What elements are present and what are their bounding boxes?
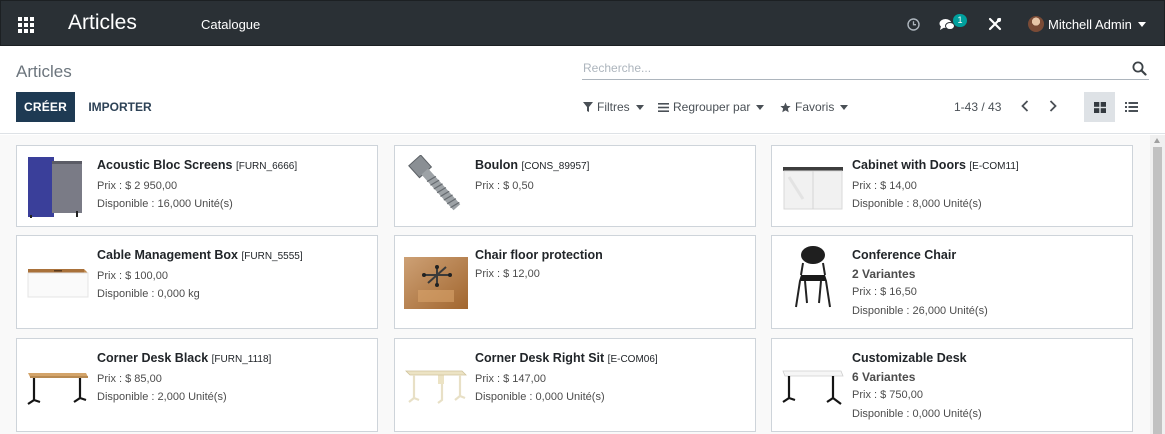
create-button[interactable]: CRÉER [16,92,75,122]
product-price: Prix : $ 16,50 [852,286,917,298]
product-ref: [E-COM11] [969,161,1019,172]
product-name: Conference Chair [852,248,957,262]
control-panel: Articles CRÉER IMPORTER Filtres Regroupe… [0,46,1165,134]
product-availability: Disponible : 0,000 kg [97,288,200,300]
conference-chair-image [795,246,831,308]
product-availability: Disponible : 8,000 Unité(s) [852,198,982,210]
apps-menu-icon[interactable] [18,17,36,33]
kanban-view-button[interactable] [1084,92,1115,122]
messaging-icon[interactable]: 1 [936,1,968,47]
search-icon[interactable] [1132,61,1147,76]
product-ref: [FURN_5555] [241,251,303,262]
product-availability: Disponible : 0,000 Unité(s) [852,407,982,420]
product-ref: [E-COM06] [607,354,658,365]
product-card[interactable]: Corner Desk Right Sit [E-COM06] Prix : $… [394,338,756,432]
product-name: Cable Management Box [97,248,239,262]
desk-black-image [27,373,88,405]
menu-catalogue[interactable]: Catalogue [201,17,260,32]
cabinet-image [783,167,843,210]
activity-clock-icon[interactable] [904,1,922,47]
product-price: Prix : $ 147,00 [475,372,546,385]
floor-protection-image [404,257,468,309]
product-name: Boulon [475,158,519,172]
filter-icon [583,102,593,112]
product-name: Cabinet with Doors [852,158,966,172]
pager-previous-button[interactable] [1018,98,1032,114]
product-price: Prix : $ 14,00 [852,179,917,192]
product-ref: [FURN_1118] [211,354,272,365]
product-price: Prix : $ 100,00 [97,269,168,282]
product-availability: Disponible : 0,000 Unité(s) [475,391,605,403]
product-card[interactable]: Corner Desk Black [FURN_1118] Prix : $ 8… [16,338,378,432]
bolt-image [404,155,468,219]
product-card[interactable]: Chair floor protection Prix : $ 12,00 [394,235,756,329]
desk-right-image [405,370,467,404]
kanban-grid-icon [1093,101,1106,113]
product-price: Prix : $ 0,50 [475,179,534,192]
chevron-down-icon [1137,21,1146,27]
chevron-left-icon [1021,100,1029,112]
groupby-label: Regrouper par [673,100,751,114]
product-card[interactable]: Conference Chair 2 Variantes Prix : $ 16… [771,235,1133,329]
pager-value[interactable]: 1-43 / 43 [954,100,1001,114]
chevron-down-icon [840,104,849,110]
scroll-up-icon[interactable] [1154,138,1160,143]
product-name: Customizable Desk [852,351,967,365]
chevron-right-icon [1049,100,1057,112]
top-navbar: Articles Catalogue 1 Mitchell Admin [0,0,1165,46]
product-availability: Disponible : 26,000 Unité(s) [852,304,988,317]
kanban-view: Acoustic Bloc Screens [FURN_6666] Prix :… [0,135,1150,434]
avatar [1028,16,1044,32]
product-variants: 6 Variantes [852,369,916,384]
product-ref: [FURN_6666] [235,161,298,172]
vertical-scrollbar[interactable] [1150,135,1165,434]
product-name: Acoustic Bloc Screens [97,158,233,172]
app-title: Articles [68,11,137,34]
product-ref: [CONS_89957] [521,161,590,172]
cable-box-image [27,269,89,298]
product-card[interactable]: Acoustic Bloc Screens [FURN_6666] Prix :… [16,145,378,227]
user-name: Mitchell Admin [1048,16,1132,32]
search-input[interactable] [582,58,1122,78]
product-availability: Disponible : 2,000 Unité(s) [97,391,227,403]
product-availability: Disponible : 16,000 Unité(s) [97,198,233,210]
acoustic-screens-image [28,157,82,218]
product-variants: 2 Variantes [852,266,916,281]
list-icon [1125,102,1138,112]
filters-label: Filtres [597,100,630,114]
list-view-button[interactable] [1117,92,1146,122]
user-menu[interactable]: Mitchell Admin [1028,1,1146,47]
import-button[interactable]: IMPORTER [80,92,160,122]
chat-badge: 1 [953,14,967,27]
chevron-down-icon [756,104,765,110]
product-card[interactable]: Cabinet with Doors [E-COM11] Prix : $ 14… [771,145,1133,227]
product-name: Corner Desk Black [97,351,209,365]
pager-next-button[interactable] [1046,98,1060,114]
favorites-dropdown[interactable]: Favoris [780,100,849,114]
product-name: Corner Desk Right Sit [475,351,605,365]
product-price: Prix : $ 2 950,00 [97,179,178,192]
product-price: Prix : $ 85,00 [97,372,162,385]
favorites-label: Favoris [795,100,835,114]
debug-tools-icon[interactable] [985,1,1005,47]
product-card[interactable]: Cable Management Box [FURN_5555] Prix : … [16,235,378,329]
star-icon [780,101,791,112]
search-bar [582,58,1149,80]
product-price: Prix : $ 12,00 [475,267,540,280]
chevron-down-icon [635,104,644,110]
breadcrumb: Articles [16,62,72,81]
product-name: Chair floor protection [475,248,603,262]
custom-desk-image [782,370,844,405]
bars-icon [658,102,669,112]
scrollbar-thumb[interactable] [1153,147,1162,434]
filters-dropdown[interactable]: Filtres [583,100,644,114]
product-card[interactable]: Boulon [CONS_89957] Prix : $ 0,50 [394,145,756,227]
groupby-dropdown[interactable]: Regrouper par [658,100,765,114]
product-card[interactable]: Customizable Desk 6 Variantes Prix : $ 7… [771,338,1133,432]
product-price: Prix : $ 750,00 [852,389,923,401]
